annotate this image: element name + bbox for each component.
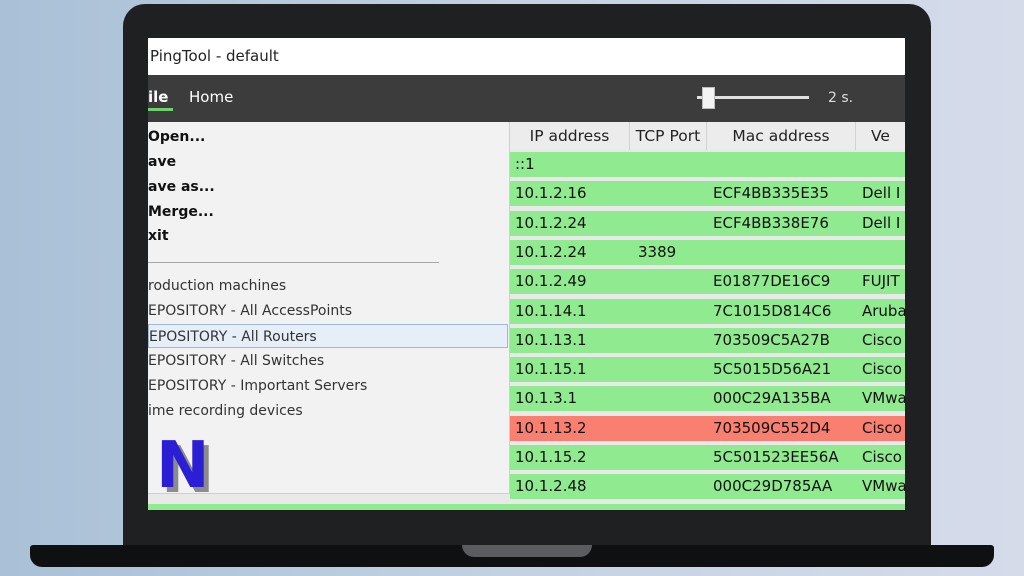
menu-item-merge[interactable]: Merge...	[148, 200, 214, 224]
ribbon: ile Home 2 s.	[148, 75, 905, 122]
table-row[interactable]: 10.1.14.1 7C1015D814C6 Aruba	[510, 299, 905, 324]
cell-mac-address: ECF4BB335E35	[713, 184, 829, 202]
cell-mac-address: 5C501523EE56A	[713, 448, 839, 466]
cell-tcp-port: 3389	[638, 243, 677, 261]
interval-value: 2 s.	[828, 90, 854, 106]
column-header-mac[interactable]: Mac address	[707, 122, 856, 150]
table-row[interactable]: 10.1.2.24 3389	[510, 240, 905, 265]
table-row[interactable]: 10.1.2.48 000C29D785AA VMwa	[510, 474, 905, 499]
cell-ip: 10.1.2.48	[515, 477, 587, 495]
cell-vendor: Dell I	[862, 214, 901, 232]
cell-vendor: Cisco	[862, 448, 902, 466]
tab-file[interactable]: ile	[148, 75, 173, 122]
cell-ip: 10.1.14.1	[515, 302, 587, 320]
column-header-tcp-port[interactable]: TCP Port	[630, 122, 707, 150]
table-row[interactable]: ::1	[510, 152, 905, 177]
cell-vendor: Cisco	[862, 419, 902, 437]
app-window: PingTool - default ile Home 2 s. Open...…	[148, 38, 905, 510]
table-row[interactable]: 10.1.13.1 703509C5A27B Cisco	[510, 328, 905, 353]
recent-file-item[interactable]: EPOSITORY - Important Servers	[148, 374, 508, 398]
recent-file-item[interactable]: EPOSITORY - All Switches	[148, 349, 508, 373]
cell-ip: 10.1.2.24	[515, 243, 587, 261]
table-row[interactable]: 10.1.2.49 E01877DE16C9 FUJIT	[510, 269, 905, 294]
table-row[interactable]: 10.1.2.16 ECF4BB335E35 Dell I	[510, 181, 905, 206]
cell-vendor: FUJIT	[862, 272, 900, 290]
cell-ip: 10.1.13.2	[515, 419, 587, 437]
cell-ip: ::1	[515, 155, 535, 173]
title-bar: PingTool - default	[148, 38, 905, 75]
cell-vendor: Cisco	[862, 331, 902, 349]
recent-file-item-selected[interactable]: EPOSITORY - All Routers	[148, 324, 508, 348]
menu-item-exit[interactable]: xit	[148, 224, 169, 248]
table-row[interactable]: 10.1.3.1 000C29A135BA VMwa	[510, 386, 905, 411]
cell-mac-address: 000C29A135BA	[713, 389, 831, 407]
table-row[interactable]: 10.1.15.1 5C5015D56A21 Cisco	[510, 357, 905, 382]
cell-mac-address: 703509C5A27B	[713, 331, 830, 349]
table-bottom-row	[148, 504, 905, 510]
table-row[interactable]: 10.1.2.24 ECF4BB338E76 Dell I	[510, 211, 905, 236]
file-menu-panel: Open... ave ave as... Merge... xit roduc…	[148, 122, 510, 496]
cell-mac-address: 703509C552D4	[713, 419, 831, 437]
menu-separator	[148, 262, 439, 263]
menu-item-save[interactable]: ave	[148, 150, 176, 174]
tab-file-label: ile	[148, 88, 169, 106]
table-row[interactable]: 10.1.13.2 703509C552D4 Cisco	[510, 416, 905, 441]
cell-mac-address: 000C29D785AA	[713, 477, 833, 495]
table-header: IP address TCP Port Mac address Ve	[510, 122, 905, 150]
tab-active-indicator	[148, 108, 173, 111]
recent-file-item[interactable]: EPOSITORY - All AccessPoints	[148, 299, 508, 323]
cell-vendor: Aruba	[862, 302, 905, 320]
menu-item-save-as[interactable]: ave as...	[148, 175, 215, 199]
cell-mac-address: E01877DE16C9	[713, 272, 831, 290]
cell-ip: 10.1.15.1	[515, 360, 587, 378]
cell-mac-address: 7C1015D814C6	[713, 302, 832, 320]
cell-mac-address: 5C5015D56A21	[713, 360, 832, 378]
cell-ip: 10.1.2.24	[515, 214, 587, 232]
hosts-table: IP address TCP Port Mac address Ve ::110…	[510, 122, 905, 510]
cell-vendor: Dell I	[862, 184, 901, 202]
window-title: PingTool - default	[150, 47, 279, 65]
cell-mac-address: ECF4BB338E76	[713, 214, 829, 232]
cell-vendor: VMwa	[862, 477, 905, 495]
cell-vendor: VMwa	[862, 389, 905, 407]
interval-slider-thumb[interactable]	[702, 87, 715, 109]
laptop-notch	[462, 545, 592, 557]
cell-vendor: Cisco	[862, 360, 902, 378]
recent-file-item[interactable]: roduction machines	[148, 274, 508, 298]
table-row[interactable]: 10.1.15.2 5C501523EE56A Cisco	[510, 445, 905, 470]
recent-file-item[interactable]: ime recording devices	[148, 399, 508, 423]
column-header-vendor[interactable]: Ve	[856, 122, 905, 150]
logo-letter: N	[156, 434, 210, 496]
cell-ip: 10.1.2.16	[515, 184, 587, 202]
tab-home-label: Home	[189, 88, 234, 106]
column-header-ip[interactable]: IP address	[510, 122, 630, 150]
cell-ip: 10.1.13.1	[515, 331, 587, 349]
app-logo-icon: N N	[156, 434, 215, 496]
tab-home[interactable]: Home	[189, 75, 233, 122]
menu-item-open[interactable]: Open...	[148, 125, 205, 149]
cell-ip: 10.1.15.2	[515, 448, 587, 466]
cell-ip: 10.1.2.49	[515, 272, 587, 290]
cell-ip: 10.1.3.1	[515, 389, 578, 407]
